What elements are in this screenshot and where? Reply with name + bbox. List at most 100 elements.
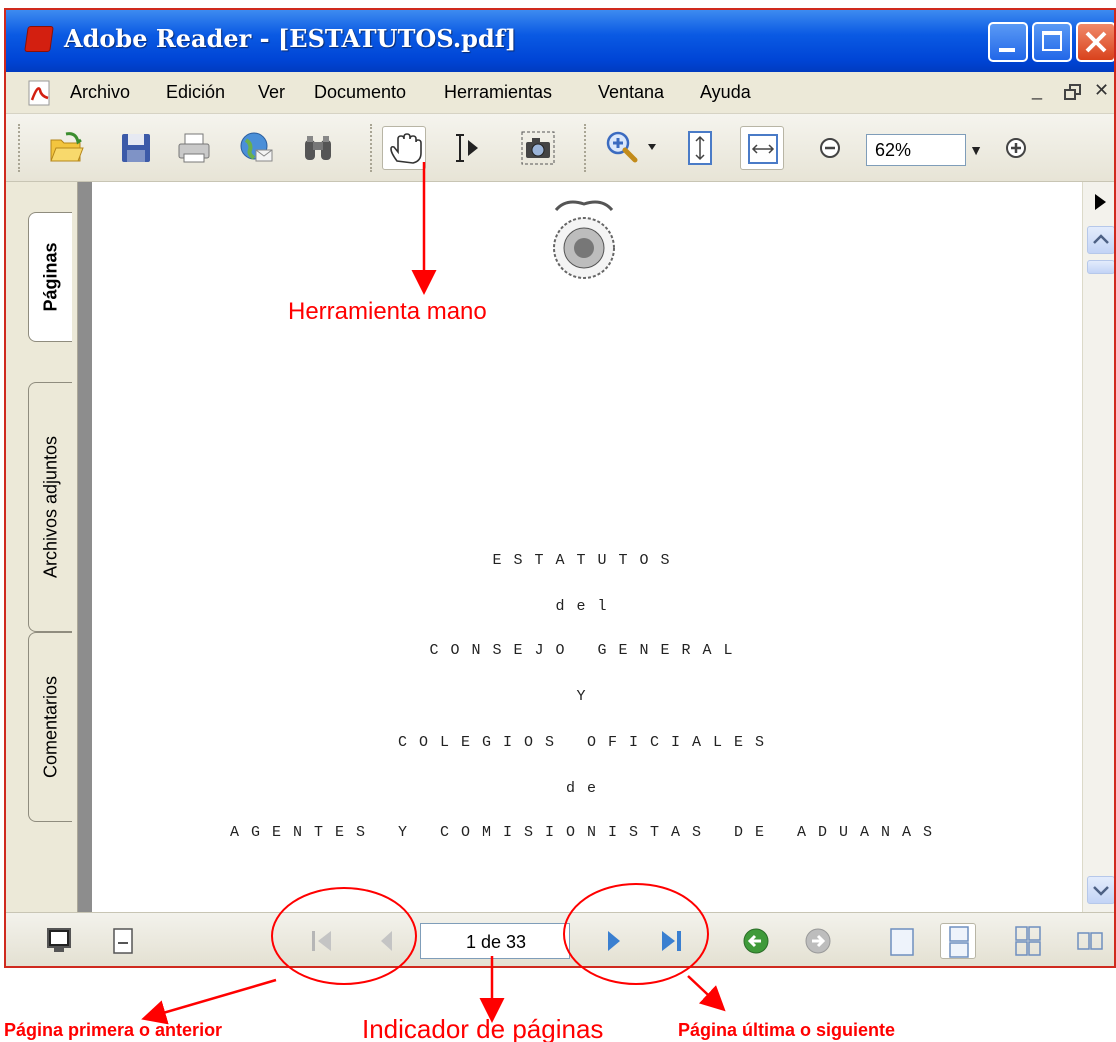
annotation-hand-tool: Herramienta mano <box>288 298 487 325</box>
last-next-arrow <box>687 975 726 1012</box>
fit-page-button[interactable] <box>678 126 722 170</box>
globe-email-icon <box>240 132 273 162</box>
open-folder-icon <box>50 132 84 162</box>
tab-archivos-adjuntos-label: Archivos adjuntos <box>40 435 60 579</box>
status-bar: 1 de 33 <box>6 912 1114 966</box>
zoom-out-minus-icon <box>820 138 840 158</box>
doc-line-agentes-comisionistas: AGENTES Y COMISIONISTAS DE ADUANAS <box>229 824 945 841</box>
adobe-reader-icon <box>24 26 54 52</box>
scroll-up-button[interactable] <box>1087 226 1114 254</box>
zoom-level-value: 62% <box>875 140 912 160</box>
maximize-button[interactable] <box>1032 22 1072 62</box>
doc-line-colegios-oficiales: COLEGIOS OFICIALES <box>397 734 777 751</box>
go-back-button[interactable] <box>738 923 774 959</box>
navigation-side-panel: Páginas Archivos adjuntos Comentarios <box>6 182 78 912</box>
doc-line-de: de <box>565 780 608 797</box>
doc-line-y: Y <box>576 688 598 705</box>
next-page-icon <box>608 931 620 951</box>
fullscreen-button[interactable] <box>42 923 78 959</box>
screenshot: Adobe Reader - [ESTATUTOS.pdf] Archivo E <box>0 0 1116 1042</box>
panel-expand-arrow-icon[interactable] <box>1095 194 1106 210</box>
pdf-page[interactable]: ESTATUTOS del CONSEJO GENERAL Y COLEGIOS… <box>92 182 1082 912</box>
first-page-icon <box>312 931 331 951</box>
forward-arrow-circle-icon <box>805 928 831 954</box>
annotation-last-next: Página última o siguiente <box>678 1020 896 1040</box>
continuous-view-button[interactable] <box>940 923 976 959</box>
continuous-page-icon <box>949 926 969 958</box>
zoom-out-button[interactable] <box>812 126 856 170</box>
minimize-button[interactable] <box>988 22 1028 62</box>
snapshot-tool-button[interactable] <box>516 126 560 170</box>
select-tool-button[interactable] <box>446 126 490 170</box>
email-button[interactable] <box>234 126 278 170</box>
vertical-scrollbar[interactable] <box>1082 182 1114 912</box>
zoom-dropdown-button[interactable]: ▼ <box>964 134 988 166</box>
menu-herramientas[interactable]: Herramientas <box>444 82 552 103</box>
open-button[interactable] <box>44 126 88 170</box>
next-page-button[interactable] <box>596 923 632 959</box>
tab-comentarios[interactable]: Comentarios <box>28 632 72 822</box>
grid-pages-icon <box>1015 926 1041 956</box>
menu-ventana[interactable]: Ventana <box>598 82 664 103</box>
document-view[interactable]: ESTATUTOS del CONSEJO GENERAL Y COLEGIOS… <box>78 182 1082 912</box>
document-close-button[interactable]: ✕ <box>1094 80 1109 101</box>
doc-line-del: del <box>555 598 619 615</box>
chevron-up-icon <box>1093 234 1109 244</box>
page-size-button[interactable] <box>106 923 142 959</box>
save-button[interactable] <box>114 126 158 170</box>
single-page-icon <box>890 928 914 956</box>
pdf-document-icon <box>28 80 50 106</box>
hand-icon <box>390 133 422 164</box>
search-button[interactable] <box>296 126 340 170</box>
facing-continuous-view-button[interactable] <box>1010 923 1046 959</box>
zoom-magnifier-icon <box>606 131 656 163</box>
camera-icon <box>521 131 555 165</box>
doc-line-consejo-general: CONSEJO GENERAL <box>429 642 745 659</box>
first-page-button[interactable] <box>304 923 340 959</box>
first-prev-arrow <box>141 978 277 1025</box>
adobe-reader-window: Adobe Reader - [ESTATUTOS.pdf] Archivo E <box>4 8 1116 968</box>
tab-paginas[interactable]: Páginas <box>28 212 72 342</box>
page-number-field[interactable]: 1 de 33 <box>420 923 570 959</box>
binoculars-icon <box>305 136 331 160</box>
last-page-button[interactable] <box>654 923 690 959</box>
toolbar: 62% ▼ <box>6 114 1114 182</box>
fit-width-icon <box>748 134 778 164</box>
tab-archivos-adjuntos[interactable]: Archivos adjuntos <box>28 382 72 632</box>
hand-tool-button[interactable] <box>382 126 426 170</box>
menu-documento[interactable]: Documento <box>314 82 406 103</box>
menu-ver[interactable]: Ver <box>258 82 285 103</box>
menu-archivo[interactable]: Archivo <box>70 82 130 103</box>
zoom-in-tool-button[interactable] <box>600 126 664 170</box>
tab-comentarios-label: Comentarios <box>40 675 60 779</box>
printer-icon <box>178 133 210 163</box>
menu-edicion[interactable]: Edición <box>166 82 225 103</box>
toolbar-grip[interactable] <box>370 124 374 172</box>
toolbar-grip[interactable] <box>584 124 588 172</box>
previous-page-button[interactable] <box>368 923 404 959</box>
fit-page-icon <box>688 131 712 165</box>
scroll-down-button[interactable] <box>1087 876 1114 904</box>
go-forward-button[interactable] <box>800 923 836 959</box>
window-title: Adobe Reader - [ESTATUTOS.pdf] <box>64 24 517 53</box>
document-minimize-button[interactable]: _ <box>1032 80 1042 101</box>
fit-width-button[interactable] <box>740 126 784 170</box>
menu-ayuda[interactable]: Ayuda <box>700 82 751 103</box>
close-button[interactable] <box>1076 22 1114 62</box>
print-button[interactable] <box>172 126 216 170</box>
single-page-view-button[interactable] <box>884 923 920 959</box>
previous-page-icon <box>381 931 392 951</box>
close-icon <box>1085 31 1107 53</box>
document-restore-icon[interactable] <box>1064 84 1082 102</box>
monitor-icon <box>47 928 71 952</box>
facing-view-button[interactable] <box>1072 923 1108 959</box>
toolbar-grip[interactable] <box>18 124 22 172</box>
annotation-page-indicator: Indicador de páginas <box>362 1014 604 1042</box>
scroll-thumb[interactable] <box>1087 260 1114 274</box>
tab-paginas-label: Páginas <box>40 242 60 312</box>
zoom-in-button[interactable] <box>998 126 1042 170</box>
title-bar[interactable]: Adobe Reader - [ESTATUTOS.pdf] <box>6 10 1114 72</box>
page-size-icon <box>113 928 133 954</box>
zoom-level-field[interactable]: 62% <box>866 134 966 166</box>
emblem-seal-icon <box>553 200 615 279</box>
